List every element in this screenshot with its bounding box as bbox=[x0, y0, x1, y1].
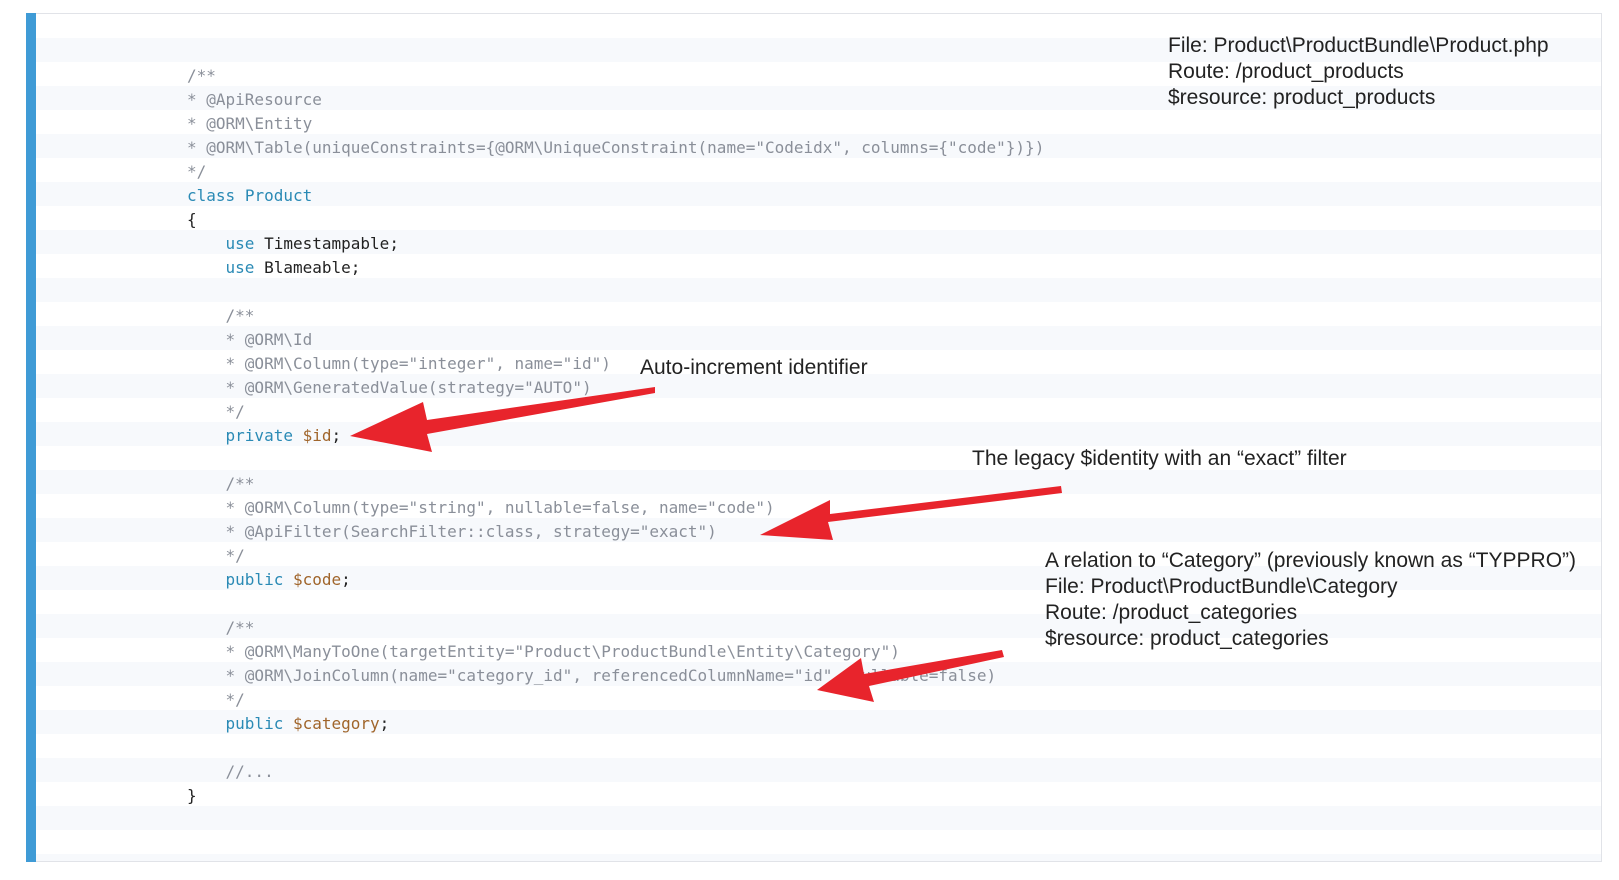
arrow-to-category-join-icon bbox=[817, 650, 1004, 702]
annotation-arrows bbox=[350, 387, 1062, 702]
arrow-to-id-icon bbox=[350, 387, 655, 452]
arrow-to-code-filter-icon bbox=[760, 486, 1062, 540]
